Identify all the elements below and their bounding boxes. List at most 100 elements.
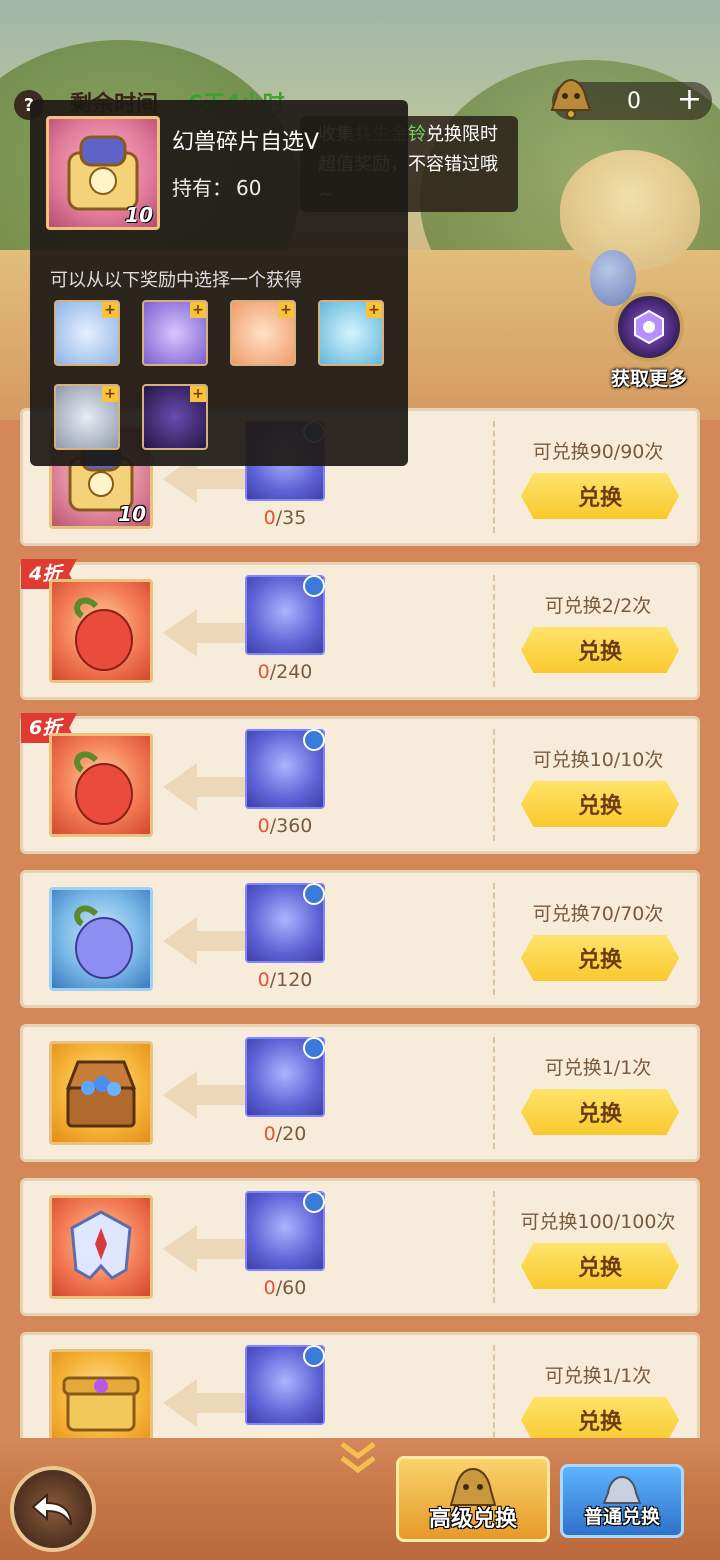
exchange-limit: 可兑换70/70次 [532, 903, 664, 925]
get-more-label: 获取更多 [610, 368, 687, 390]
exchange-arrow-icon [163, 1071, 253, 1119]
tab-advanced-exchange[interactable]: 高级兑换 [396, 1456, 550, 1542]
cost-need: /360 [269, 815, 313, 837]
exchange-limit: 可兑换1/1次 [544, 1057, 652, 1079]
exchange-row: 0/120 可兑换70/70次 兑换 [20, 870, 700, 1008]
reward-option[interactable]: + [318, 300, 384, 366]
armor-icon [70, 1210, 132, 1280]
reward-option[interactable]: + [54, 300, 120, 366]
golden-bell-icon [550, 78, 592, 119]
currency-amount: 0 [627, 88, 641, 114]
reward-option[interactable]: + [54, 384, 120, 450]
back-arrow-icon [31, 1492, 72, 1526]
cost-progress: 0/35 [233, 507, 337, 529]
tab-advanced-label: 高级兑换 [428, 1507, 517, 1532]
tab-normal-exchange[interactable]: 普通兑换 [560, 1464, 684, 1538]
exchange-arrow-icon [163, 917, 253, 965]
cost-have: 0 [257, 661, 270, 683]
armor-item[interactable] [49, 1195, 153, 1299]
exchange-button[interactable]: 兑换 [521, 1089, 679, 1135]
exchange-row: 0/20 可兑换1/1次 兑换 [20, 1024, 700, 1162]
reward-option[interactable]: + [230, 300, 296, 366]
exchange-limit: 可兑换100/100次 [520, 1211, 676, 1233]
popup-item-image: 10 [46, 116, 160, 230]
exchange-row: 0/60 可兑换100/100次 兑换 [20, 1178, 700, 1316]
exchange-list[interactable]: 10 0/35 可兑换90/90次 兑换 4折 0/240 可兑换2/2次 兑换… [20, 408, 700, 1438]
cost-have: 0 [257, 815, 270, 837]
item-count: 10 [118, 502, 146, 526]
notice-text-post: 兑换限时 [426, 124, 498, 145]
exchange-limit: 可兑换1/1次 [544, 1365, 652, 1387]
gem-chest-item[interactable] [49, 1041, 153, 1145]
exchange-arrow-icon [163, 1225, 253, 1273]
cost-have: 0 [257, 969, 270, 991]
cost-need: /240 [269, 661, 313, 683]
red-pepper-item[interactable] [49, 733, 153, 837]
exchange-button[interactable]: 兑换 [521, 473, 679, 519]
cost-progress: 0/60 [233, 1277, 337, 1299]
clock-icon [303, 1191, 325, 1213]
plus-icon: + [366, 302, 382, 318]
cost-need: /60 [275, 1277, 307, 1299]
cost-have: 0 [263, 1123, 276, 1145]
cost-progress: 0/20 [233, 1123, 337, 1145]
exchange-button[interactable]: 兑换 [521, 627, 679, 673]
cost-need: /20 [275, 1123, 307, 1145]
back-button[interactable] [10, 1466, 96, 1552]
plus-icon: + [190, 386, 206, 402]
row-divider [493, 1345, 495, 1438]
exchange-limit: 可兑换10/10次 [532, 749, 664, 771]
cost-progress: 0/120 [233, 969, 337, 991]
clock-icon [303, 729, 325, 751]
exchange-limit: 可兑换90/90次 [532, 441, 664, 463]
treasure-chest-icon [65, 1060, 137, 1128]
pepper-icon [74, 751, 133, 825]
pepper-icon [74, 905, 133, 979]
golden-bell-cost-icon [245, 883, 325, 963]
cost-progress: 0/360 [233, 815, 337, 837]
golden-bell-cost-icon [245, 729, 325, 809]
exchange-button[interactable]: 兑换 [521, 1243, 679, 1289]
reward-option[interactable]: + [142, 384, 208, 450]
emblem-icon [614, 292, 684, 362]
plus-icon: + [278, 302, 294, 318]
exchange-button[interactable]: 兑换 [521, 1397, 679, 1438]
exchange-button[interactable]: 兑换 [521, 935, 679, 981]
golden-bell-cost-icon [245, 1345, 325, 1425]
plus-icon: + [102, 302, 118, 318]
get-more-button[interactable]: 获取更多 [604, 292, 694, 391]
cost-progress: 0/240 [233, 661, 337, 683]
cost-have: 0 [263, 507, 276, 529]
popup-own: 持有： 60 [172, 172, 261, 201]
item-detail-popup: 10 幻兽碎片自选V 持有： 60 可以从以下奖励中选择一个获得 + + + + … [30, 100, 408, 466]
tab-normal-label: 普通兑换 [583, 1506, 660, 1528]
exchange-limit: 可兑换2/2次 [544, 595, 652, 617]
own-value: 60 [236, 176, 262, 200]
choose-hint: 可以从以下奖励中选择一个获得 [50, 270, 302, 291]
pepper-icon [74, 597, 133, 671]
plus-icon: + [102, 386, 118, 402]
own-label: 持有： [172, 176, 232, 200]
golden-box-item[interactable] [49, 1349, 153, 1438]
golden-box-icon [62, 1376, 140, 1432]
clock-icon [303, 575, 325, 597]
cost-have: 0 [263, 1277, 276, 1299]
clock-icon [303, 1345, 325, 1367]
exchange-row: 6折 0/360 可兑换10/10次 兑换 [20, 713, 700, 854]
exchange-row: 可兑换1/1次 兑换 [20, 1332, 700, 1438]
reward-option[interactable]: + [142, 300, 208, 366]
scene-creature [560, 150, 700, 270]
popup-item-count: 10 [125, 203, 153, 227]
currency-bar: 0 + [550, 78, 712, 120]
popup-item-name: 幻兽碎片自选V [172, 130, 320, 155]
red-pepper-item[interactable] [49, 579, 153, 683]
chevron-down-icon[interactable] [336, 1440, 380, 1476]
golden-bell-cost-icon [245, 1191, 325, 1271]
clock-icon [303, 883, 325, 905]
exchange-button[interactable]: 兑换 [521, 781, 679, 827]
add-currency-button[interactable]: + [677, 84, 702, 116]
exchange-arrow-icon [163, 763, 253, 811]
golden-bell-cost-icon [245, 1037, 325, 1117]
clock-icon [303, 1037, 325, 1059]
blue-pepper-item[interactable] [49, 887, 153, 991]
